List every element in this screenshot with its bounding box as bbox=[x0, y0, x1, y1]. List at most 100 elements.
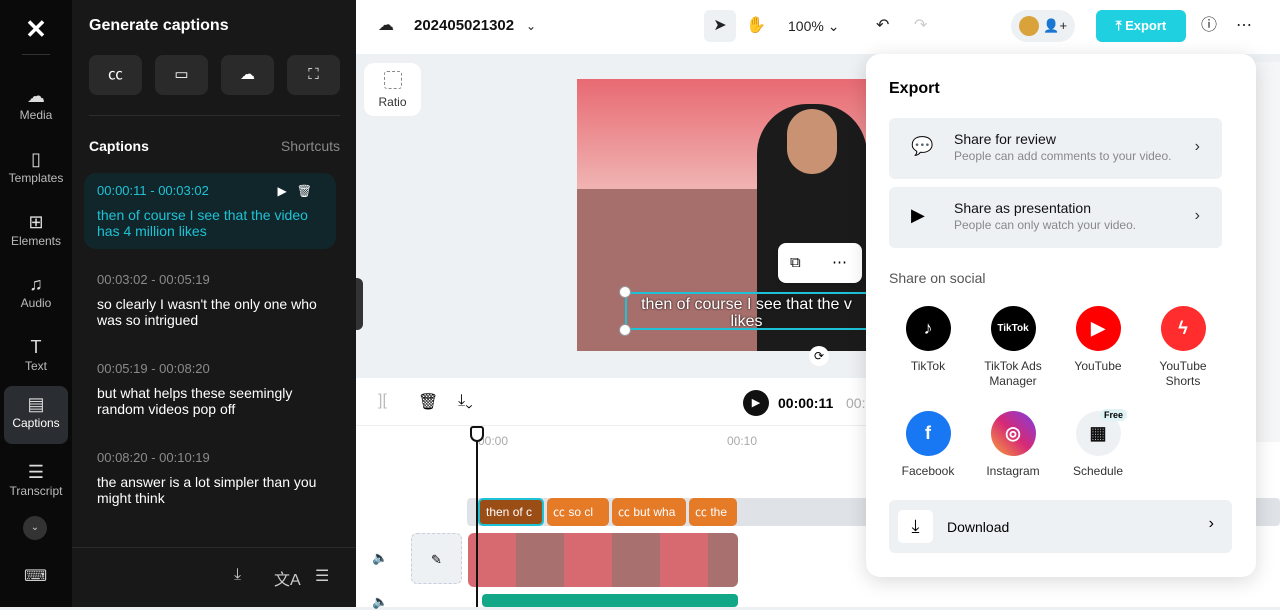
expand-chevron-icon[interactable]: ⌄ bbox=[23, 516, 47, 540]
trash-icon[interactable]: 🗑 bbox=[418, 392, 438, 412]
share-social-heading: Share on social bbox=[889, 270, 986, 286]
option-subtitle: People can only watch your video. bbox=[954, 218, 1137, 232]
download-option[interactable]: ⤓ Download › bbox=[889, 500, 1232, 553]
scan-captions-button[interactable]: ⛶ bbox=[287, 55, 340, 95]
redo-icon[interactable]: ↷ bbox=[914, 10, 927, 42]
caption-clip[interactable]: ㏄ the bbox=[689, 498, 737, 526]
option-subtitle: People can add comments to your video. bbox=[954, 149, 1172, 163]
share-tiktok[interactable]: ♪ TikTok bbox=[886, 306, 970, 374]
export-title: Export bbox=[889, 80, 940, 97]
play-button[interactable]: ▶ bbox=[743, 390, 769, 416]
ratio-icon bbox=[383, 71, 402, 89]
caption-text[interactable]: the answer is a lot simpler than you mig… bbox=[97, 474, 323, 506]
ratio-button[interactable]: Ratio bbox=[364, 63, 421, 116]
instagram-icon: ◎ bbox=[990, 411, 1036, 456]
share-youtube[interactable]: ▶ YouTube bbox=[1056, 306, 1140, 374]
translate-icon[interactable]: 文A bbox=[274, 566, 301, 590]
more-icon[interactable]: ⋯ bbox=[832, 243, 847, 283]
label: Transcript bbox=[9, 484, 63, 498]
schedule-button[interactable]: ▦ Schedule bbox=[1056, 411, 1140, 479]
speaker-icon[interactable]: 🔈 bbox=[372, 594, 388, 610]
scan-icon: ⛶ bbox=[308, 66, 319, 83]
zoom-dropdown[interactable]: 100% ⌄ bbox=[788, 10, 839, 42]
caption-text[interactable]: but what helps these seemingly random vi… bbox=[97, 385, 323, 417]
cloud-icon[interactable]: ☁ bbox=[378, 10, 394, 42]
zoom-value: 100% bbox=[788, 18, 824, 34]
elements-icon: ⊞ bbox=[28, 212, 44, 232]
captions-icon: ▤ bbox=[27, 394, 45, 414]
caption-item[interactable]: 00:08:20 - 00:10:19 the answer is a lot … bbox=[84, 440, 336, 516]
side-panel-edge bbox=[1256, 62, 1280, 442]
caption-clip[interactable]: then of c bbox=[478, 498, 544, 526]
rotate-icon[interactable]: ⟳ bbox=[809, 346, 829, 366]
total-time: 00: bbox=[846, 395, 866, 411]
caption-item[interactable]: 00:00:11 - 00:03:02 then of course I see… bbox=[84, 173, 336, 249]
facebook-icon: f bbox=[905, 411, 951, 456]
rail-item-media[interactable]: ☁ Media bbox=[4, 78, 68, 136]
chevron-down-icon[interactable]: ⌄ bbox=[526, 10, 536, 42]
auto-captions-button[interactable]: ㏄ bbox=[89, 55, 142, 95]
caption-text[interactable]: then of course I see that the video has … bbox=[97, 207, 323, 239]
caption-time: 00:08:20 - 00:10:19 bbox=[97, 450, 210, 465]
rail-item-elements[interactable]: ⊞ Elements bbox=[4, 204, 68, 262]
audio-clip[interactable] bbox=[482, 594, 738, 607]
share-youtube-shorts[interactable]: ϟ YouTube Shorts bbox=[1141, 306, 1225, 389]
resize-handle[interactable] bbox=[619, 324, 631, 336]
share-as-presentation-option[interactable]: ▶ Share as presentation People can only … bbox=[889, 187, 1222, 248]
rail-item-audio[interactable]: ♫ Audio bbox=[4, 266, 68, 324]
hand-tool-icon[interactable]: ✋ bbox=[744, 10, 768, 42]
caption-item[interactable]: 00:05:19 - 00:08:20 but what helps these… bbox=[84, 351, 336, 427]
download-dropdown-icon[interactable]: ⤓⌄ bbox=[458, 392, 473, 410]
collaborators[interactable]: 👤+ bbox=[1011, 10, 1075, 42]
clip-label: the bbox=[710, 505, 728, 519]
shortcuts-link[interactable]: Shortcuts bbox=[281, 138, 340, 154]
speaker-icon[interactable]: 🔈 bbox=[372, 550, 388, 566]
clip-label: so cl bbox=[568, 505, 594, 519]
rail-item-templates[interactable]: ▯ Templates bbox=[4, 141, 68, 199]
caption-item[interactable]: 00:03:02 - 00:05:19 so clearly I wasn't … bbox=[84, 262, 336, 338]
share-tiktok-ads[interactable]: TikTok TikTok Ads Manager bbox=[971, 306, 1055, 389]
edit-cover-button[interactable]: ✎ bbox=[411, 533, 462, 584]
upload-captions-button[interactable]: ☁ bbox=[221, 55, 274, 95]
label: Schedule bbox=[1072, 464, 1124, 478]
playhead[interactable] bbox=[470, 426, 484, 607]
cloud-upload-icon: ☁ bbox=[240, 66, 255, 83]
download-icon[interactable]: ⤓ bbox=[234, 566, 241, 584]
label: YouTube Shorts bbox=[1159, 359, 1207, 388]
trash-icon[interactable]: 🗑 bbox=[297, 184, 322, 198]
split-icon[interactable]: ][ bbox=[378, 392, 387, 410]
caption-clip[interactable]: ㏄ so cl bbox=[547, 498, 609, 526]
export-button[interactable]: ⤒ Export bbox=[1096, 10, 1186, 42]
current-time: 00:00:11 bbox=[778, 395, 834, 411]
duplicate-icon[interactable]: ⧉ bbox=[790, 243, 801, 283]
select-tool-icon[interactable]: ➤ bbox=[704, 10, 736, 42]
tiktok-icon: ♪ bbox=[905, 306, 951, 351]
play-icon[interactable]: ▶ bbox=[278, 184, 297, 198]
free-badge: Free bbox=[1100, 409, 1128, 421]
help-icon[interactable]: ⓘ bbox=[1201, 10, 1217, 42]
rail-item-transcript[interactable]: ☰ Transcript bbox=[4, 454, 68, 512]
caption-clip[interactable]: ㏄ but wha bbox=[612, 498, 686, 526]
resize-handle[interactable] bbox=[619, 286, 631, 298]
option-title: Share for review bbox=[954, 131, 1056, 147]
video-clip[interactable] bbox=[468, 533, 738, 587]
share-instagram[interactable]: ◎ Instagram bbox=[971, 411, 1055, 479]
share-facebook[interactable]: f Facebook bbox=[886, 411, 970, 479]
search-list-icon[interactable]: ☰ bbox=[315, 566, 329, 586]
subtitle-overlay[interactable]: then of course I see that the v likes bbox=[625, 292, 866, 330]
chevron-right-icon: › bbox=[1208, 515, 1214, 532]
more-icon[interactable]: ⋯ bbox=[1236, 10, 1252, 42]
share-for-review-option[interactable]: 💬 Share for review People can add commen… bbox=[889, 118, 1222, 179]
presentation-icon: ▶ bbox=[911, 205, 925, 225]
manual-captions-button[interactable]: ▭ bbox=[155, 55, 208, 95]
top-bar: ☁ 202405021302 ⌄ ➤ ✋ 100% ⌄ ↶ ↷ 👤+ ⤒ Exp… bbox=[356, 0, 1280, 54]
caption-time: 00:05:19 - 00:08:20 bbox=[97, 361, 210, 376]
pencil-icon: ✎ bbox=[431, 552, 442, 567]
project-name[interactable]: 202405021302 bbox=[414, 17, 514, 34]
rail-item-text[interactable]: T Text bbox=[4, 329, 68, 387]
rail-item-captions[interactable]: ▤ Captions bbox=[4, 386, 68, 444]
keyboard-icon[interactable]: ⌨ bbox=[24, 566, 47, 586]
undo-icon[interactable]: ↶ bbox=[876, 10, 889, 42]
collapse-panel-handle[interactable] bbox=[356, 278, 363, 330]
caption-text[interactable]: so clearly I wasn't the only one who was… bbox=[97, 296, 323, 328]
